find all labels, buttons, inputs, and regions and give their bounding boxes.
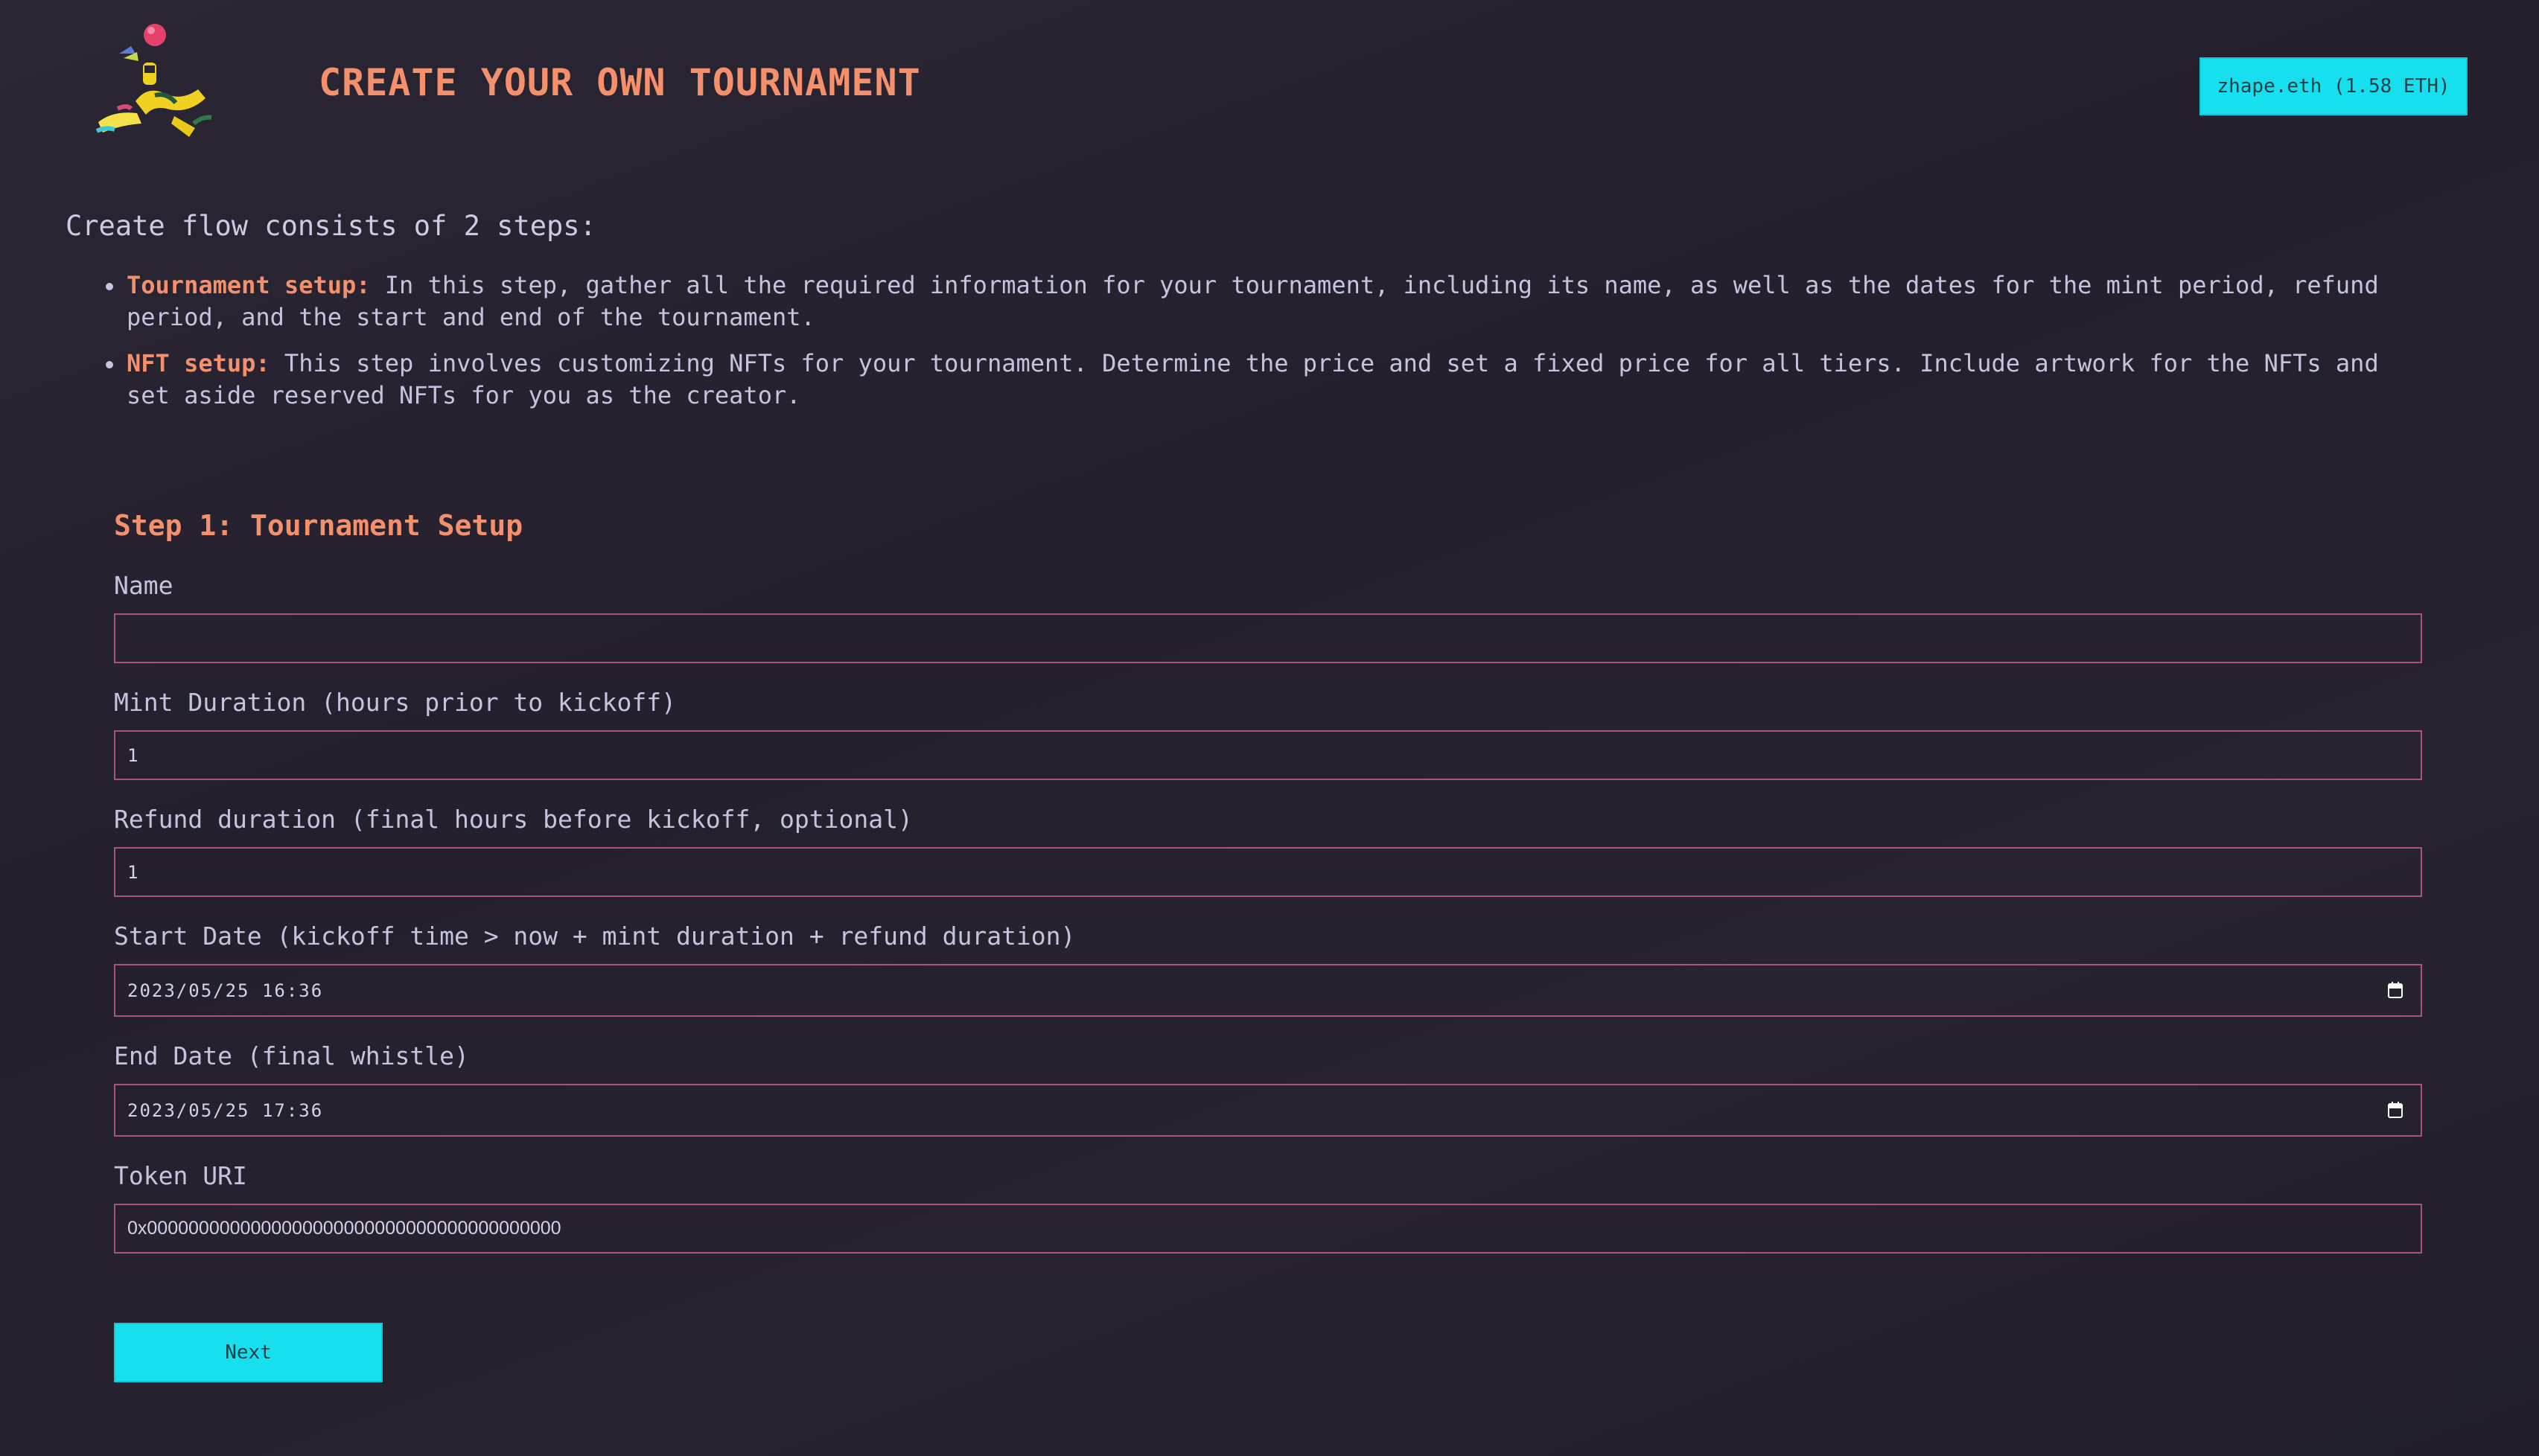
step-term: Tournament setup:: [127, 271, 371, 299]
token-uri-input[interactable]: [114, 1204, 2422, 1254]
refund-duration-input[interactable]: [114, 847, 2422, 897]
end-date-value: 2023/05/25 17:36: [127, 1099, 324, 1121]
calendar-icon[interactable]: [2388, 1102, 2403, 1118]
list-item: Tournament setup: In this step, gather a…: [106, 269, 2435, 333]
refund-duration-label: Refund duration (final hours before kick…: [114, 805, 913, 834]
token-uri-label: Token URI: [114, 1161, 247, 1190]
start-date-label: Start Date (kickoff time > now + mint du…: [114, 922, 1076, 951]
name-label: Name: [114, 571, 173, 600]
list-item: NFT setup: This step involves customizin…: [106, 348, 2435, 412]
intro-text: Create flow consists of 2 steps:: [66, 210, 596, 242]
calendar-icon[interactable]: [2388, 982, 2403, 998]
mint-duration-label: Mint Duration (hours prior to kickoff): [114, 688, 676, 717]
page-title: CREATE YOUR OWN TOURNAMENT: [319, 61, 921, 104]
end-date-label: End Date (final whistle): [114, 1041, 469, 1070]
step-description: This step involves customizing NFTs for …: [127, 349, 2379, 409]
section-title: Step 1: Tournament Setup: [114, 509, 523, 542]
name-input[interactable]: [114, 613, 2422, 663]
steps-list: Tournament setup: In this step, gather a…: [106, 269, 2435, 426]
end-date-input[interactable]: 2023/05/25 17:36: [114, 1084, 2422, 1137]
start-date-value: 2023/05/25 16:36: [127, 980, 324, 1001]
step-description: In this step, gather all the required in…: [127, 271, 2379, 331]
start-date-input[interactable]: 2023/05/25 16:36: [114, 964, 2422, 1017]
wallet-button[interactable]: zhape.eth (1.58 ETH): [2199, 57, 2468, 115]
next-button[interactable]: Next: [114, 1323, 383, 1382]
step-term: NFT setup:: [127, 349, 270, 377]
juggling-character-logo[interactable]: [83, 21, 225, 144]
mint-duration-input[interactable]: [114, 730, 2422, 780]
header: CREATE YOUR OWN TOURNAMENT zhape.eth (1.…: [0, 0, 2539, 164]
